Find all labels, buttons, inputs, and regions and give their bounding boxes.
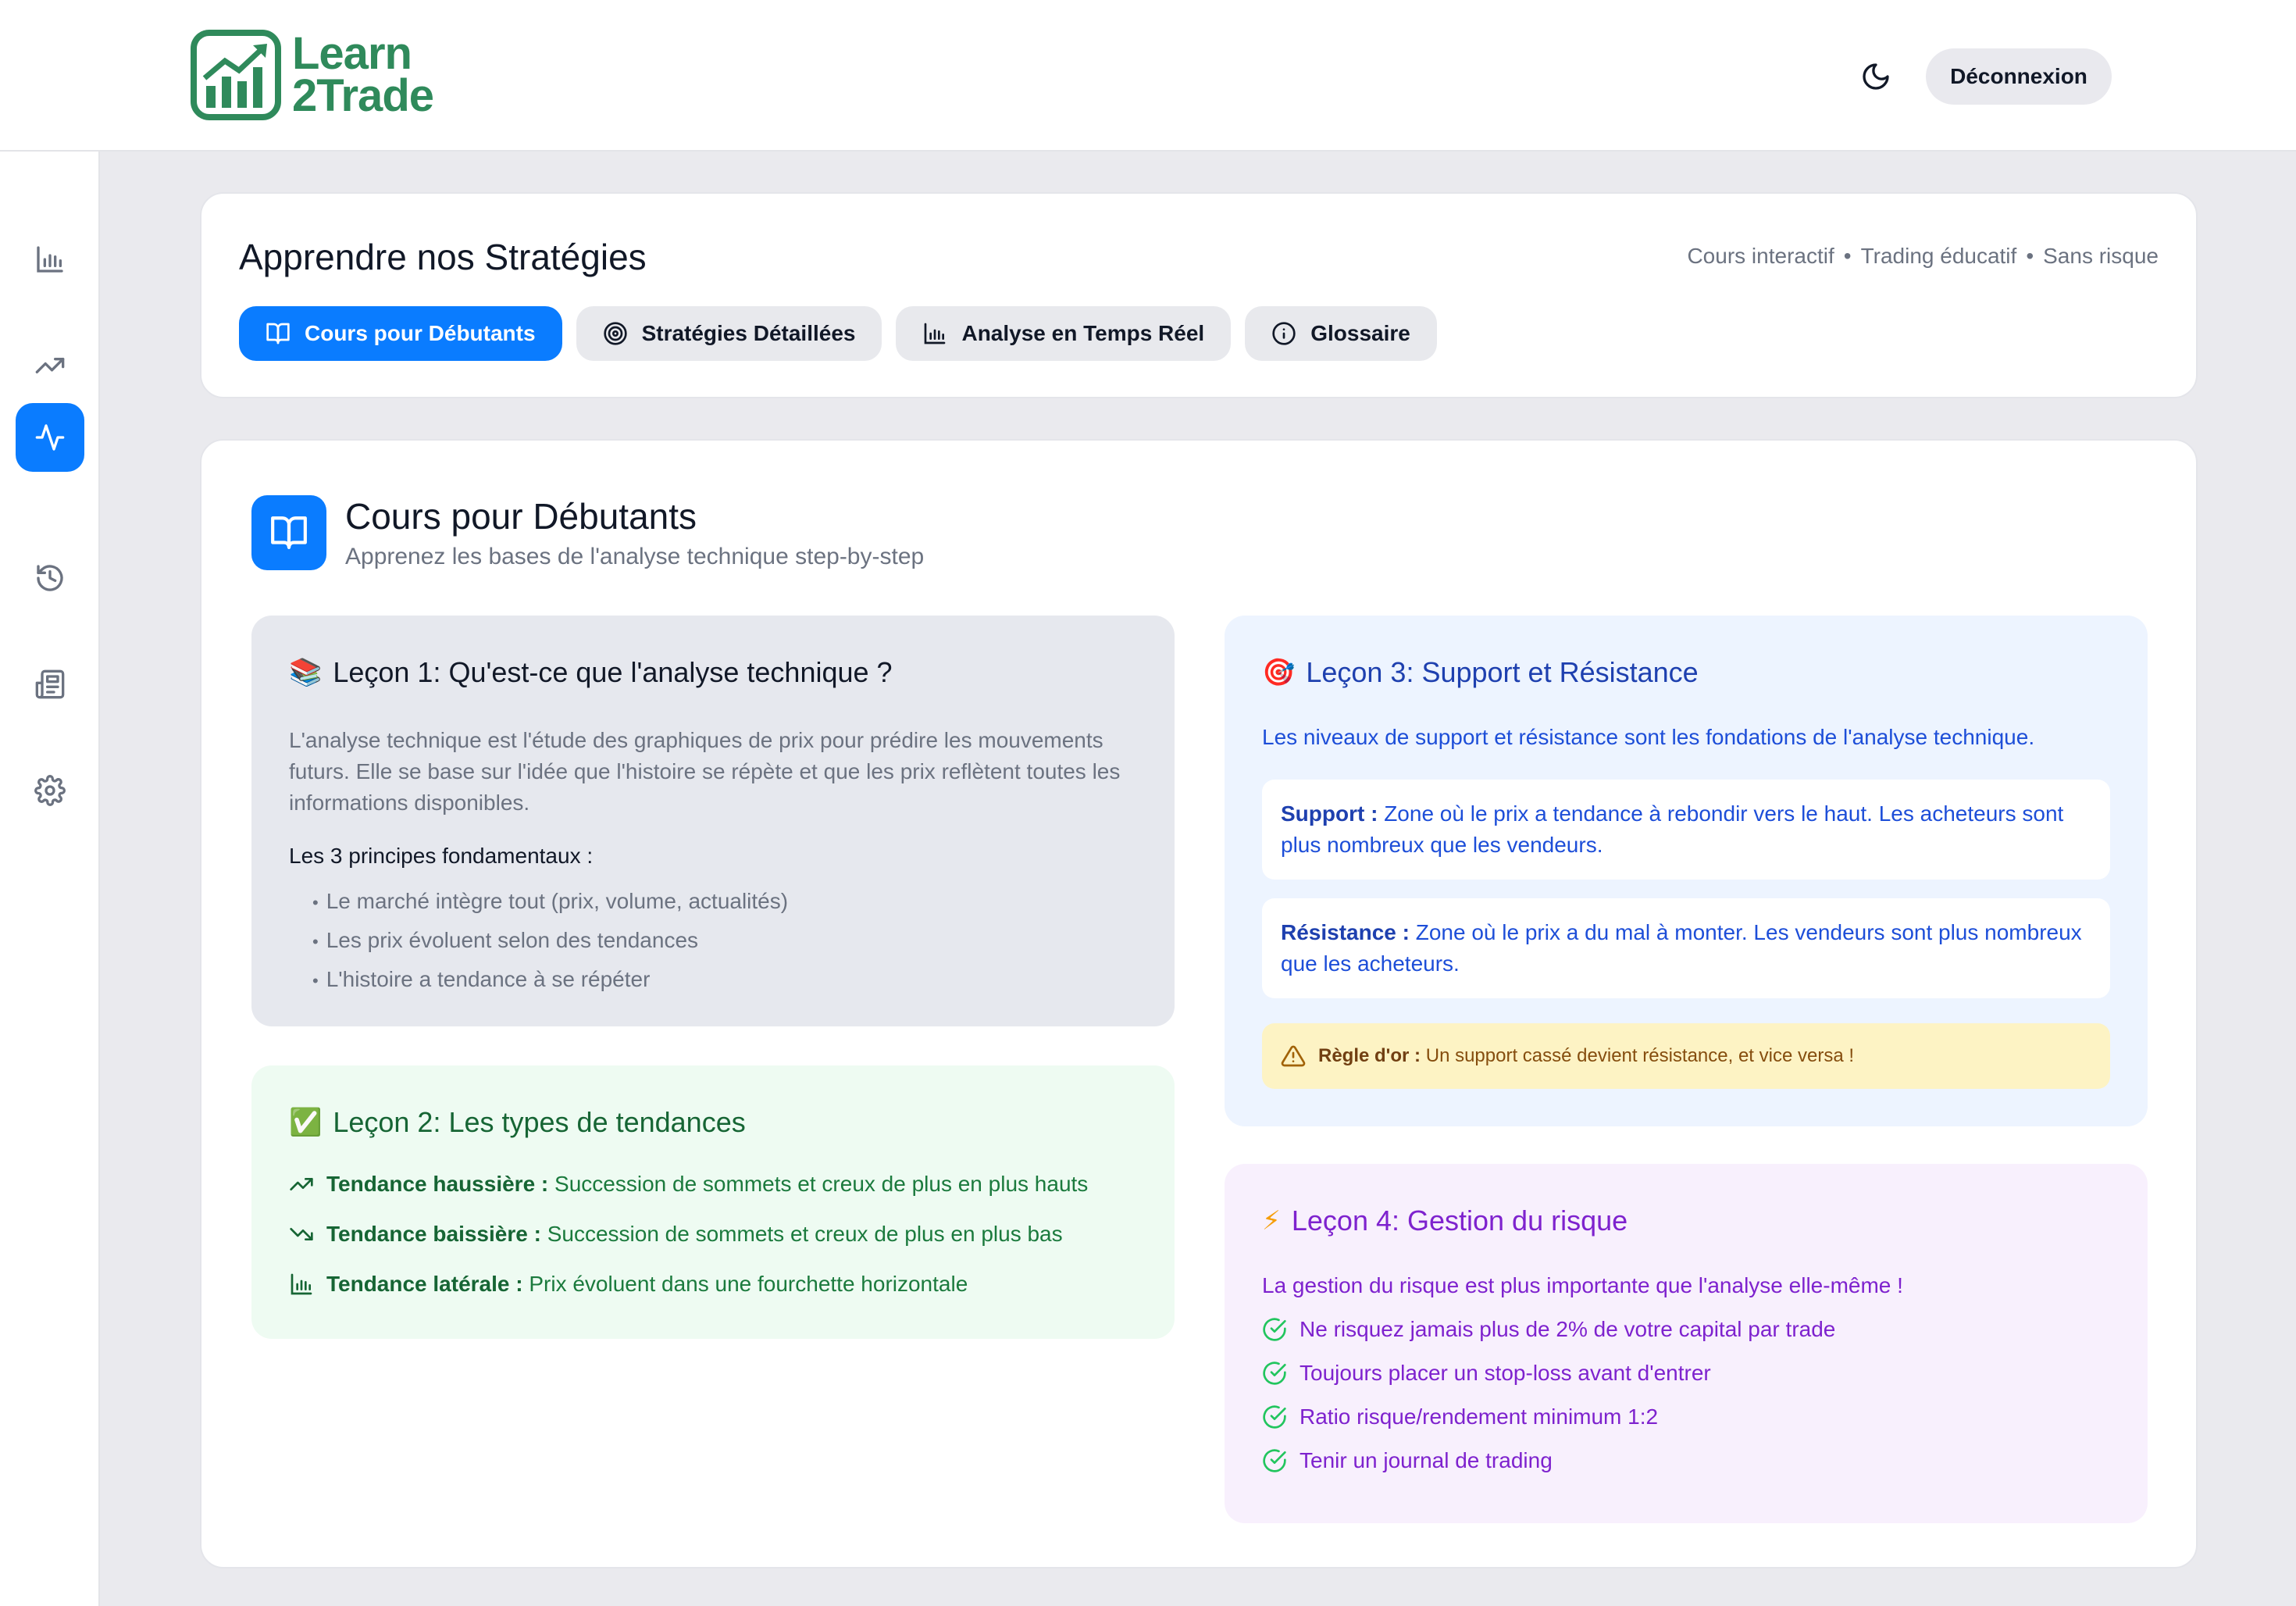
lesson-2-card: ✅ Leçon 2: Les types de tendances Tendanc… — [251, 1065, 1175, 1339]
sidebar-settings-icon[interactable] — [16, 756, 84, 825]
lesson-3-title: 🎯 Leçon 3: Support et Résistance — [1262, 656, 1699, 688]
page-meta: Cours interactif • Trading éducatif • Sans… — [1687, 244, 2159, 268]
lesson-4-card: ⚡ Leçon 4: Gestion du risque La gestion d… — [1225, 1164, 2148, 1523]
lesson-2-title: ✅ Leçon 2: Les types de tendances — [289, 1106, 746, 1138]
sidebar — [0, 152, 100, 1606]
support-box: Support : Zone où le prix a tendance à r… — [1262, 780, 2110, 880]
logo[interactable]: Learn 2Trade — [191, 28, 434, 121]
moon-icon[interactable] — [1860, 61, 1891, 92]
list-item: Les prix évoluent selon des tendances — [312, 922, 788, 961]
sidebar-trending-up-icon[interactable] — [16, 331, 84, 400]
check-circle-icon — [1263, 1318, 1286, 1341]
trend-row: Tendance baissière : Succession de somme… — [289, 1222, 1063, 1247]
warning-icon — [1281, 1045, 1306, 1067]
lesson-1-principles: Le marché intègre tout (prix, volume, ac… — [312, 883, 788, 1000]
lesson-3-intro: Les niveaux de support et résistance son… — [1262, 725, 2035, 749]
check-circle-icon — [1263, 1362, 1286, 1385]
course-card: Cours pour Débutants Apprenez les bases … — [200, 439, 2198, 1569]
info-icon — [1272, 322, 1296, 345]
resistance-box: Résistance : Zone où le prix a du mal à … — [1262, 898, 2110, 998]
check-circle-icon — [1263, 1405, 1286, 1429]
check-circle-icon — [1263, 1449, 1286, 1472]
section-subtitle: Apprenez les bases de l'analyse techniqu… — [345, 544, 925, 569]
list-item: Ratio risque/rendement minimum 1:2 — [1262, 1404, 1658, 1429]
lesson-1-card: 📚 Leçon 1: Qu'est-ce que l'analyse techni… — [251, 616, 1175, 1026]
tab-bar: Cours pour Débutants Stratégies Détaillé… — [239, 306, 1437, 361]
page-header-card: Apprendre nos Stratégies Cours interacti… — [200, 192, 2198, 398]
logout-button[interactable]: Déconnexion — [1926, 48, 2112, 105]
trend-row: Tendance latérale : Prix évoluent dans u… — [289, 1272, 968, 1297]
lesson-1-title: 📚 Leçon 1: Qu'est-ce que l'analyse techni… — [289, 656, 893, 688]
top-bar: Learn 2Trade Déconnexion — [0, 0, 2296, 152]
trend-row: Tendance haussière : Succession de somme… — [289, 1172, 1088, 1197]
trending-down-icon — [290, 1228, 313, 1240]
lesson-4-title: ⚡ Leçon 4: Gestion du risque — [1262, 1204, 1628, 1237]
lesson-3-card: 🎯 Leçon 3: Support et Résistance Les nive… — [1225, 616, 2148, 1126]
target-icon: 🎯 — [1262, 657, 1296, 688]
bar-chart-icon — [925, 323, 946, 344]
target-icon — [603, 322, 627, 345]
check-mark-icon: ✅ — [289, 1107, 323, 1138]
tab-strategies-detaillees[interactable]: Stratégies Détaillées — [576, 306, 882, 361]
sidebar-bar-chart-icon[interactable] — [16, 225, 84, 294]
lesson-4-intro: La gestion du risque est plus importante… — [1262, 1273, 1903, 1297]
list-item: Ne risquez jamais plus de 2% de votre ca… — [1262, 1317, 1835, 1342]
books-icon: 📚 — [289, 657, 323, 688]
page-title: Apprendre nos Stratégies — [239, 237, 647, 277]
sidebar-newspaper-icon[interactable] — [16, 650, 84, 719]
golden-rule-box: Règle d'or : Un support cassé devient ré… — [1262, 1023, 2110, 1089]
tab-glossaire[interactable]: Glossaire — [1245, 306, 1437, 361]
list-item: Tenir un journal de trading — [1262, 1448, 1553, 1473]
sidebar-activity-icon[interactable] — [16, 403, 84, 472]
trending-up-icon — [290, 1178, 313, 1190]
book-open-icon — [251, 495, 326, 570]
book-open-icon — [266, 323, 290, 344]
lesson-1-principles-title: Les 3 principes fondamentaux : — [289, 844, 594, 868]
tab-cours-debutants[interactable]: Cours pour Débutants — [239, 306, 562, 361]
logo-icon — [191, 30, 281, 120]
bar-chart-icon — [291, 1273, 312, 1295]
section-title: Cours pour Débutants — [345, 496, 697, 537]
list-item: L'histoire a tendance à se répéter — [312, 961, 788, 1000]
list-item: Toujours placer un stop-loss avant d'ent… — [1262, 1361, 1711, 1386]
tab-analyse-temps-reel[interactable]: Analyse en Temps Réel — [896, 306, 1232, 361]
sidebar-history-icon[interactable] — [16, 544, 84, 612]
lightning-icon: ⚡ — [1262, 1205, 1281, 1237]
list-item: Le marché intègre tout (prix, volume, ac… — [312, 883, 788, 922]
logo-text: Learn 2Trade — [292, 28, 434, 121]
lesson-1-description: L'analyse technique est l'étude des grap… — [289, 728, 1121, 815]
